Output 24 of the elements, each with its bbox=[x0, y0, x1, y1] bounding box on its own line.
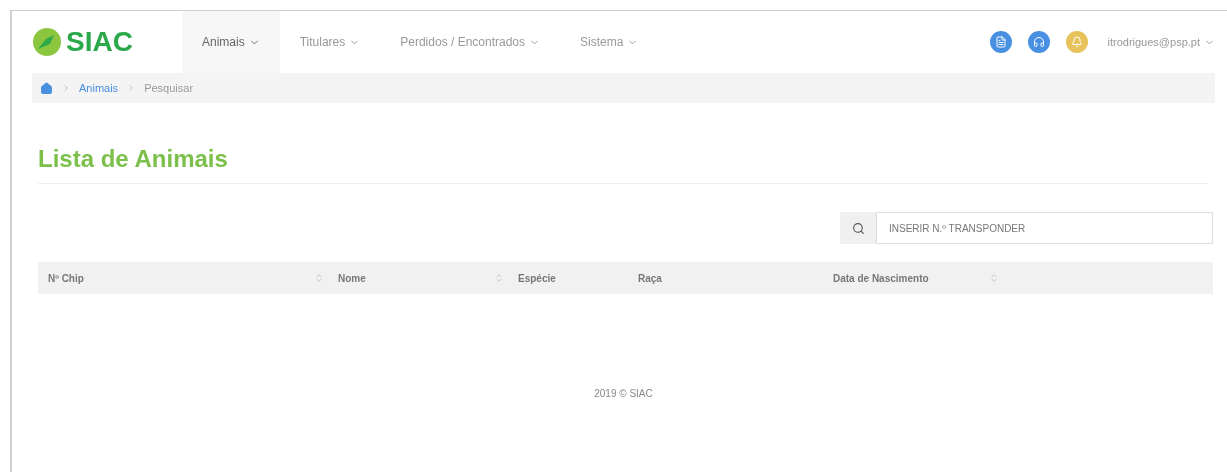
user-menu[interactable]: itrodrigues@psp.pt bbox=[1107, 33, 1215, 51]
footer-text: 2019 © SIAC bbox=[594, 387, 653, 401]
column-header[interactable]: Nº Chip bbox=[48, 270, 84, 286]
column-header[interactable]: Data de Nascimento bbox=[833, 270, 929, 286]
breadcrumb-current: Pesquisar bbox=[144, 80, 194, 96]
nav-menu[interactable]: Titulares bbox=[279, 11, 381, 73]
sort-icon[interactable] bbox=[314, 273, 324, 283]
sort-icon[interactable] bbox=[494, 273, 504, 283]
page-title: Lista de Animais bbox=[38, 144, 229, 174]
brand-name: SIAC bbox=[66, 25, 133, 59]
search-icon bbox=[851, 221, 865, 235]
breadcrumb-link[interactable]: Animais bbox=[79, 79, 119, 97]
bell-icon[interactable] bbox=[1065, 31, 1088, 53]
chevron-right-icon bbox=[61, 83, 71, 93]
column-header[interactable]: Espécie bbox=[518, 270, 556, 286]
column-header[interactable]: Nome bbox=[338, 270, 366, 286]
nav-menu[interactable]: Perdidos / Encontrados bbox=[380, 11, 560, 73]
sort-icon[interactable] bbox=[989, 273, 999, 283]
document-icon[interactable] bbox=[989, 31, 1012, 53]
home-icon[interactable] bbox=[40, 81, 53, 95]
column-header[interactable]: Raça bbox=[638, 270, 662, 286]
nav-menu[interactable]: Sistema bbox=[560, 11, 659, 73]
headset-icon[interactable] bbox=[1027, 31, 1050, 53]
nav-menu[interactable]: Animais bbox=[182, 11, 280, 73]
